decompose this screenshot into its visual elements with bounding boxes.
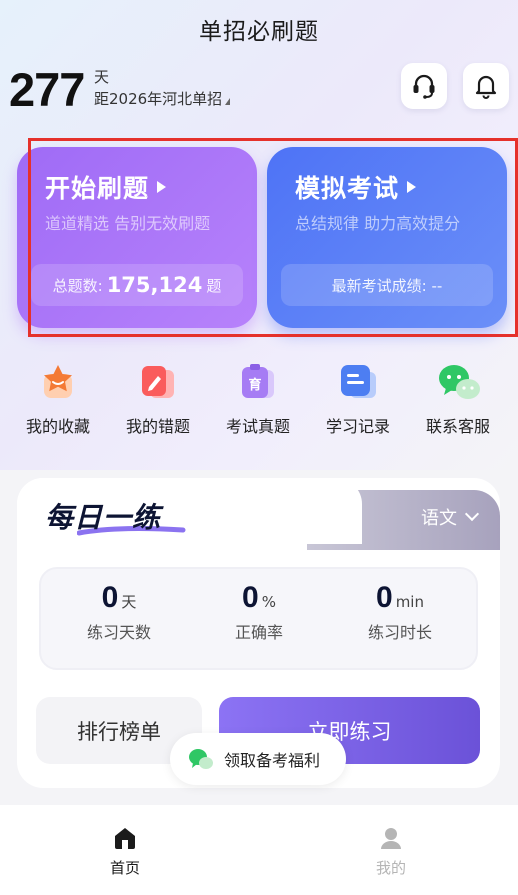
highlight-frame	[28, 138, 518, 337]
customer-support-button[interactable]	[401, 63, 447, 109]
nav-mine[interactable]: 我的	[346, 825, 436, 878]
bottom-nav: 首页 我的	[0, 805, 518, 895]
quick-action-label: 考试真题	[225, 417, 290, 436]
stat-unit: %	[261, 593, 276, 611]
countdown-unit: 天	[94, 68, 110, 86]
stat-label: 练习时长	[367, 623, 432, 642]
nav-home[interactable]: 首页	[80, 825, 170, 878]
stat-value: 0	[242, 581, 259, 614]
record-icon	[338, 362, 378, 402]
dropdown-caret-icon	[225, 98, 231, 105]
stat-label: 正确率	[234, 623, 283, 642]
quick-action-label: 学习记录	[325, 417, 390, 436]
stat-unit: 天	[121, 593, 137, 611]
notifications-button[interactable]	[463, 63, 509, 109]
pencil-icon	[138, 362, 178, 402]
quick-action-contact-service[interactable]: 联系客服	[406, 362, 510, 437]
get-benefits-button[interactable]: 领取备考福利	[170, 733, 346, 785]
practice-stats: 0天 练习天数 0% 正确率 0 min 练习时长	[39, 567, 478, 670]
quick-action-label: 我的收藏	[25, 417, 90, 436]
stat-practice-days: 0天 练习天数	[49, 581, 189, 643]
nav-label: 我的	[375, 859, 406, 877]
benefits-label: 领取备考福利	[224, 751, 321, 770]
quick-action-study-record[interactable]: 学习记录	[306, 362, 410, 437]
exam-selector[interactable]: 距2026年河北单招	[94, 88, 231, 109]
page-title: 单招必刷题	[199, 19, 319, 45]
quick-action-mistakes[interactable]: 我的错题	[106, 362, 210, 437]
countdown-days: 277	[9, 63, 85, 116]
stat-accuracy: 0% 正确率	[189, 581, 329, 643]
headset-icon	[413, 74, 435, 99]
stat-unit: min	[395, 593, 424, 611]
subject-selector[interactable]: 语文	[421, 504, 480, 530]
svg-text:育: 育	[248, 377, 261, 393]
wechat-icon	[189, 749, 213, 769]
countdown-description: 距2026年河北单招	[94, 90, 223, 108]
stat-label: 练习天数	[86, 623, 151, 642]
quick-action-label: 我的错题	[125, 417, 190, 436]
quick-action-favorites[interactable]: 我的收藏	[6, 362, 110, 437]
chevron-down-icon	[464, 506, 480, 522]
exam-paper-icon: 育	[238, 362, 278, 402]
stat-value: 0	[101, 581, 119, 614]
bell-icon	[475, 75, 497, 99]
home-icon	[115, 828, 135, 849]
stat-value: 0	[376, 581, 393, 614]
quick-action-label: 联系客服	[425, 417, 490, 436]
daily-practice-title: 每日一练	[45, 501, 162, 534]
quick-action-past-exams[interactable]: 育 考试真题	[206, 362, 310, 437]
subject-label: 语文	[421, 508, 457, 529]
nav-label: 首页	[109, 859, 140, 877]
star-icon	[38, 362, 78, 402]
stat-practice-duration: 0 min 练习时长	[330, 581, 470, 643]
user-icon	[381, 828, 401, 849]
wechat-icon	[438, 362, 480, 402]
